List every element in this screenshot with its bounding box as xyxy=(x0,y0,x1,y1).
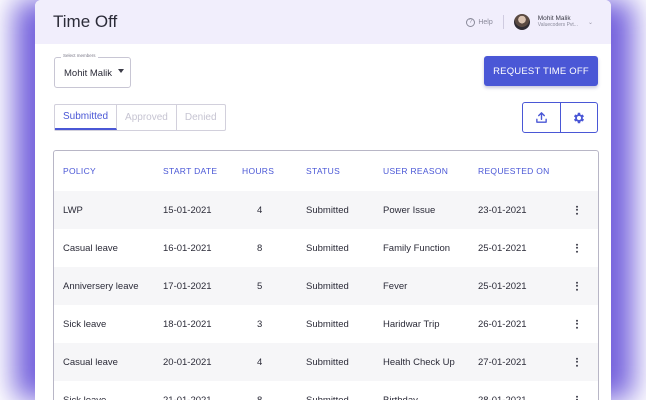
table-row[interactable]: LWP 15-01-2021 4 Submitted Power Issue 23-01-… xyxy=(54,191,598,229)
cell-user-reason: Haridwar Trip xyxy=(383,318,440,330)
table-row[interactable]: Anniversery leave 17-01-2021 5 Submitted Fev… xyxy=(54,267,598,305)
help-label: Help xyxy=(478,18,493,26)
upload-icon xyxy=(535,112,547,123)
table-header: POLICY START DATE HOURS STATUS USER REAS… xyxy=(54,151,598,191)
cell-start-date: 20-01-2021 xyxy=(163,356,212,368)
more-vertical-icon[interactable] xyxy=(575,243,579,253)
cell-start-date: 18-01-2021 xyxy=(163,318,212,330)
cell-hours: 4 xyxy=(257,356,263,368)
column-header-status[interactable]: STATUS xyxy=(306,166,340,176)
cell-start-date: 16-01-2021 xyxy=(163,242,212,254)
table-row[interactable]: Casual leave 16-01-2021 8 Submitted Family F… xyxy=(54,229,598,267)
page-header: Time Off ? Help Mohit Malik Valuecoders … xyxy=(35,0,611,44)
page-title: Time Off xyxy=(53,12,118,31)
cell-user-reason: Power Issue xyxy=(383,204,436,216)
cell-hours: 8 xyxy=(257,242,263,254)
cell-status: Submitted xyxy=(306,318,349,330)
cell-hours: 4 xyxy=(257,204,263,216)
more-vertical-icon[interactable] xyxy=(575,319,579,329)
tab-submitted[interactable]: Submitted xyxy=(55,105,118,130)
export-button[interactable] xyxy=(523,103,560,132)
column-header-policy[interactable]: POLICY xyxy=(63,166,96,176)
more-vertical-icon[interactable] xyxy=(575,357,579,367)
tab-denied[interactable]: Denied xyxy=(177,105,225,130)
member-select-label: Select members xyxy=(61,53,98,58)
cell-policy: Anniversery leave xyxy=(63,280,139,292)
cell-requested-on: 26-01-2021 xyxy=(478,318,527,330)
cell-status: Submitted xyxy=(306,204,349,216)
cell-requested-on: 27-01-2021 xyxy=(478,356,527,368)
header-actions: ? Help Mohit Malik Valuecoders Pvt... ⌄ xyxy=(466,14,593,30)
cell-policy: Sick leave xyxy=(63,318,107,330)
request-time-off-button[interactable]: REQUEST TIME OFF xyxy=(484,56,598,86)
member-select-value: Mohit Malik xyxy=(64,68,113,79)
column-header-user-reason[interactable]: USER REASON xyxy=(383,166,448,176)
cell-policy: Casual leave xyxy=(63,242,118,254)
more-vertical-icon[interactable] xyxy=(575,395,579,400)
cell-policy: LWP xyxy=(63,204,83,216)
table-row[interactable]: Sick leave 18-01-2021 3 Submitted Haridwar T… xyxy=(54,305,598,343)
table-row[interactable]: Sick leave 21-01-2021 8 Submitted Birthday 28… xyxy=(54,381,598,400)
cell-policy: Casual leave xyxy=(63,356,118,368)
cell-start-date: 17-01-2021 xyxy=(163,280,212,292)
cell-requested-on: 25-01-2021 xyxy=(478,242,527,254)
cell-status: Submitted xyxy=(306,356,349,368)
cell-user-reason: Birthday xyxy=(383,394,418,400)
chevron-down-icon[interactable]: ⌄ xyxy=(588,19,593,26)
cell-user-reason: Fever xyxy=(383,280,408,292)
avatar[interactable] xyxy=(513,14,530,30)
cell-user-reason: Family Function xyxy=(383,242,451,254)
cell-requested-on: 25-01-2021 xyxy=(478,280,527,292)
more-vertical-icon[interactable] xyxy=(575,205,579,215)
cell-start-date: 15-01-2021 xyxy=(163,204,212,216)
cell-hours: 5 xyxy=(257,280,263,292)
cell-user-reason: Health Check Up xyxy=(383,356,455,368)
cell-hours: 3 xyxy=(257,318,263,330)
time-off-panel: Time Off ? Help Mohit Malik Valuecoders … xyxy=(35,0,611,400)
user-organization: Valuecoders Pvt... xyxy=(537,21,578,28)
settings-button[interactable] xyxy=(559,103,598,132)
help-link[interactable]: ? Help xyxy=(466,17,493,27)
time-off-table: POLICY START DATE HOURS STATUS USER REAS… xyxy=(53,150,599,400)
cell-start-date: 21-01-2021 xyxy=(163,394,212,400)
header-divider xyxy=(502,15,504,29)
gear-icon xyxy=(573,112,584,123)
column-header-requested-on[interactable]: REQUESTED ON xyxy=(478,166,550,176)
table-actions xyxy=(522,102,598,133)
cell-status: Submitted xyxy=(306,280,349,292)
more-vertical-icon[interactable] xyxy=(575,281,579,291)
cell-hours: 8 xyxy=(257,394,263,400)
status-tabs: Submitted Approved Denied xyxy=(54,104,226,131)
cell-policy: Sick leave xyxy=(63,394,107,400)
column-header-start-date[interactable]: START DATE xyxy=(163,166,217,176)
cell-status: Submitted xyxy=(306,394,349,400)
table-row[interactable]: Casual leave 20-01-2021 4 Submitted Health C… xyxy=(54,343,598,381)
cell-requested-on: 28-01-2021 xyxy=(478,394,527,400)
tab-approved[interactable]: Approved xyxy=(117,105,177,130)
column-header-hours[interactable]: HOURS xyxy=(242,166,274,176)
cell-requested-on: 23-01-2021 xyxy=(478,204,527,216)
member-select[interactable]: Select members Mohit Malik xyxy=(54,53,131,88)
help-icon: ? xyxy=(466,17,476,27)
cell-status: Submitted xyxy=(306,242,349,254)
caret-down-icon xyxy=(118,69,124,73)
table-body: LWP 15-01-2021 4 Submitted Power Issue 23-01-… xyxy=(54,191,598,400)
user-menu[interactable]: Mohit Malik Valuecoders Pvt... xyxy=(537,15,578,28)
